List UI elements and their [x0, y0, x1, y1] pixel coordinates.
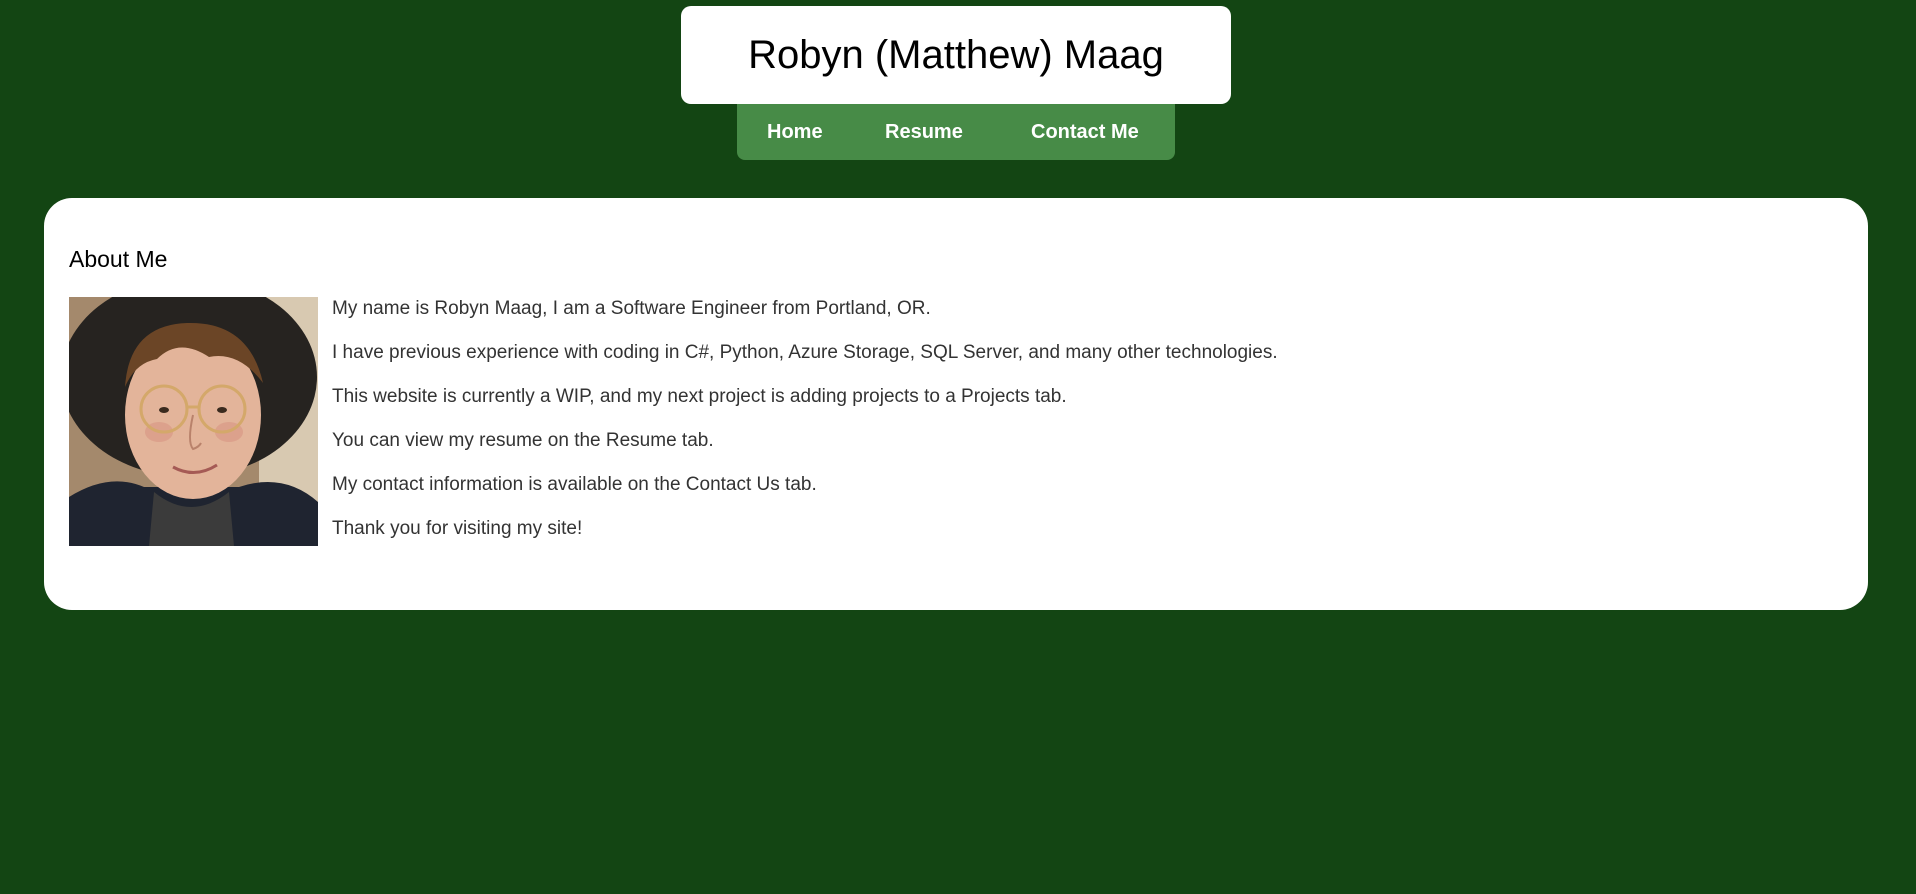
about-text: My name is Robyn Maag, I am a Software E…	[332, 297, 1278, 561]
nav-resume-link[interactable]: Resume	[885, 121, 963, 144]
about-line: Thank you for visiting my site!	[332, 518, 583, 539]
site-title-box: Robyn (Matthew) Maag	[681, 6, 1231, 104]
about-heading: About Me	[69, 246, 168, 272]
about-line: I have previous experience with coding i…	[332, 342, 1278, 363]
main-nav: Home Resume Contact Me	[737, 104, 1175, 160]
nav-home-link[interactable]: Home	[767, 121, 823, 144]
profile-photo	[69, 297, 318, 546]
site-title: Robyn (Matthew) Maag	[748, 32, 1164, 77]
about-line: My contact information is available on t…	[332, 474, 817, 495]
about-card: About Me My name is Robyn Maag, I am a S…	[44, 198, 1868, 610]
about-line: My name is Robyn Maag, I am a Software E…	[332, 298, 931, 319]
nav-contact-link[interactable]: Contact Me	[1031, 121, 1139, 144]
about-line: This website is currently a WIP, and my …	[332, 386, 1067, 407]
about-line: You can view my resume on the Resume tab…	[332, 430, 714, 451]
